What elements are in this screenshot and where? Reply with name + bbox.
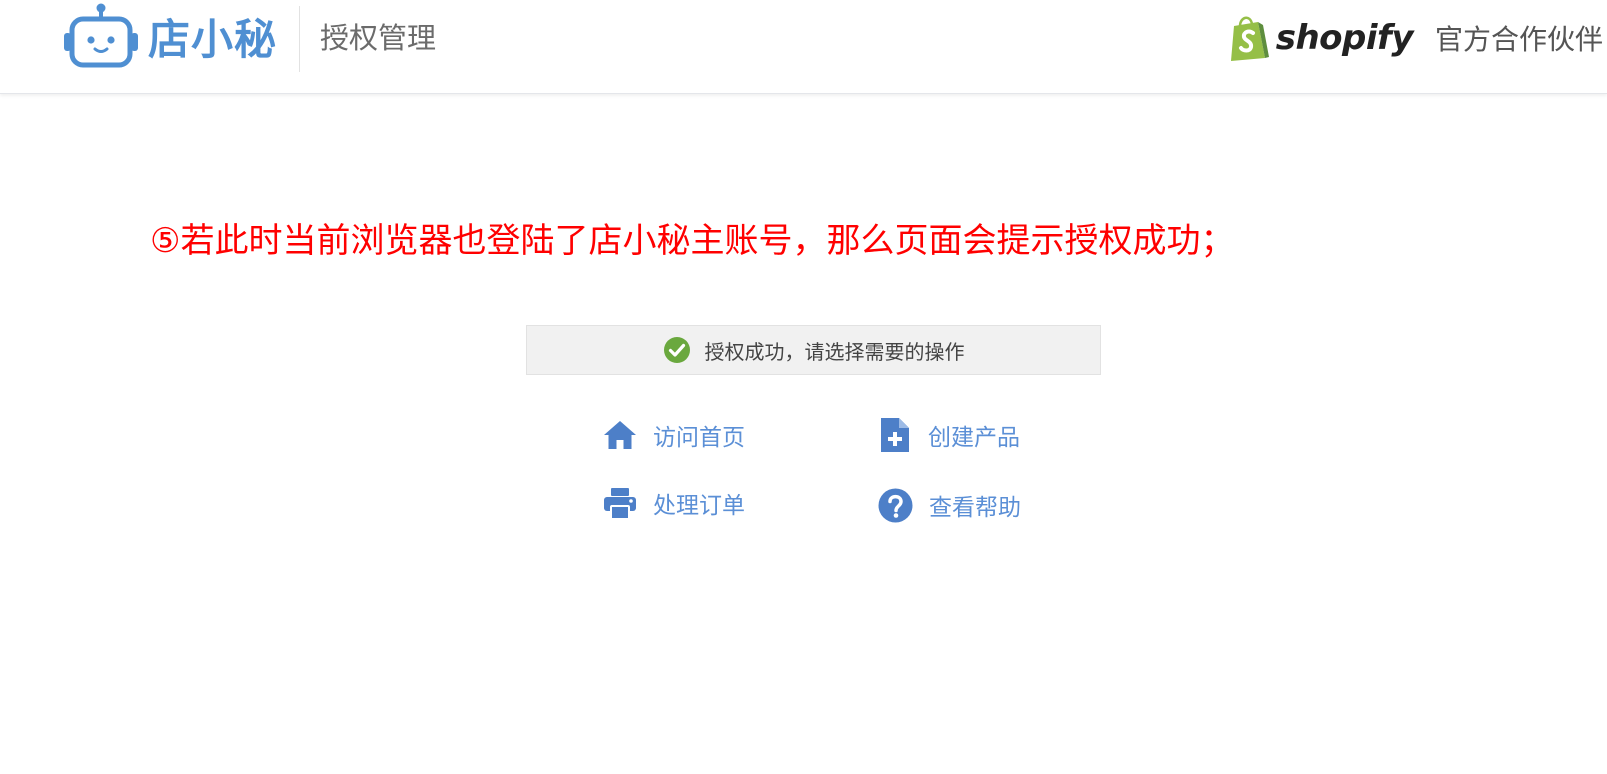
partner-badge: shopify 官方合作伙伴 — [1228, 10, 1603, 66]
action-label: 访问首页 — [653, 425, 745, 451]
success-message: 授权成功，请选择需要的操作 — [704, 339, 965, 364]
success-banner: 授权成功，请选择需要的操作 — [526, 325, 1101, 375]
shopify-bag-icon — [1230, 16, 1269, 61]
top-header: 店小秘 授权管理 shopify 官方合作伙伴 — [0, 0, 1607, 94]
action-label: 创建产品 — [928, 425, 1020, 451]
brand-name: 店小秘 — [148, 14, 278, 64]
action-create-product[interactable]: 创建产品 — [878, 414, 1020, 456]
header-divider — [299, 6, 300, 72]
partner-label: 官方合作伙伴 — [1434, 23, 1603, 56]
page-title: 授权管理 — [320, 21, 437, 55]
printer-icon — [604, 488, 636, 520]
file-plus-icon — [881, 418, 909, 452]
shopify-wordmark: shopify — [1275, 18, 1414, 58]
home-icon — [604, 421, 636, 449]
brand-logo[interactable]: 店小秘 — [64, 0, 277, 72]
instruction-annotation: ⑤若此时当前浏览器也登陆了店小秘主账号，那么页面会提示授权成功； — [150, 221, 1235, 261]
action-label: 处理订单 — [653, 493, 745, 519]
action-process-orders[interactable]: 处理订单 — [603, 482, 745, 524]
robot-logo-icon — [64, 3, 138, 68]
check-circle-icon — [663, 337, 690, 363]
action-visit-home[interactable]: 访问首页 — [603, 414, 745, 456]
action-label: 查看帮助 — [929, 495, 1021, 521]
question-circle-icon — [878, 488, 913, 522]
action-view-help[interactable]: 查看帮助 — [878, 484, 1021, 526]
